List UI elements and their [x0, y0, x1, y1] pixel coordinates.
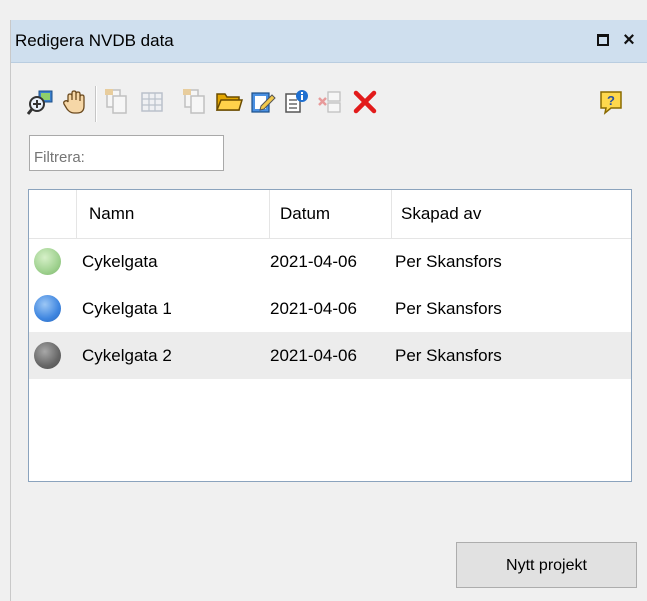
toolbar: ?	[26, 82, 646, 126]
close-button[interactable]: ×	[618, 27, 640, 53]
panel-title: Redigera NVDB data	[15, 31, 174, 50]
row-name: Cykelgata 2	[82, 346, 172, 365]
list-item-selected[interactable]: Cykelgata 2 2021-04-06 Per Skansfors	[29, 332, 631, 379]
copy-feature-icon	[105, 89, 127, 114]
attribute-table-button[interactable]	[137, 82, 167, 122]
delete-icon	[353, 90, 377, 114]
toolbar-separator	[95, 86, 96, 122]
paste-feature-button[interactable]	[180, 82, 210, 122]
project-list[interactable]: Namn Datum Skapad av Cykelgata 2021-04-0…	[28, 189, 632, 482]
zoom-to-layer-button[interactable]	[26, 82, 56, 122]
restore-button[interactable]	[592, 27, 614, 53]
restore-icon	[597, 34, 609, 46]
row-date: 2021-04-06	[270, 299, 357, 318]
status-dot-icon	[34, 248, 61, 275]
header-date[interactable]: Datum	[270, 190, 392, 238]
header-name[interactable]: Namn	[77, 190, 270, 238]
pan-button[interactable]	[60, 82, 90, 122]
row-name: Cykelgata 1	[82, 299, 172, 318]
paste-feature-icon	[183, 89, 205, 114]
pan-hand-icon	[63, 90, 85, 114]
status-dot-icon	[34, 295, 61, 322]
edit-project-icon	[251, 92, 276, 113]
row-author: Per Skansfors	[395, 252, 502, 271]
remove-layer-icon	[318, 91, 341, 113]
row-author: Per Skansfors	[395, 299, 502, 318]
help-button[interactable]: ?	[596, 82, 626, 122]
header-color-column[interactable]	[29, 190, 77, 238]
panel-titlebar[interactable]: Redigera NVDB data ×	[11, 20, 647, 63]
list-item[interactable]: Cykelgata 2021-04-06 Per Skansfors	[29, 238, 631, 285]
svg-text:?: ?	[607, 93, 615, 108]
row-author: Per Skansfors	[395, 346, 502, 365]
copy-feature-button[interactable]	[102, 82, 132, 122]
row-date: 2021-04-06	[270, 252, 357, 271]
edit-project-button[interactable]	[248, 82, 278, 122]
filter-input[interactable]	[29, 135, 224, 171]
close-icon: ×	[623, 29, 635, 51]
new-project-button[interactable]: Nytt projekt	[456, 542, 637, 588]
edit-nvdb-panel: Redigera NVDB data × ? Filtrera: Namn Da…	[10, 20, 647, 601]
list-item[interactable]: Cykelgata 1 2021-04-06 Per Skansfors	[29, 285, 631, 332]
project-info-icon	[285, 90, 308, 113]
list-header: Namn Datum Skapad av	[29, 190, 631, 239]
open-folder-button[interactable]	[214, 82, 244, 122]
row-date: 2021-04-06	[270, 346, 357, 365]
help-icon: ?	[600, 91, 622, 115]
row-name: Cykelgata	[82, 252, 158, 271]
open-folder-icon	[215, 93, 243, 111]
remove-layer-button[interactable]	[316, 82, 346, 122]
attribute-table-icon	[141, 92, 163, 112]
project-info-button[interactable]	[282, 82, 312, 122]
status-dot-icon	[34, 342, 61, 369]
header-author[interactable]: Skapad av	[392, 190, 631, 238]
zoom-to-layer-icon	[27, 90, 53, 115]
delete-button[interactable]	[350, 82, 380, 122]
